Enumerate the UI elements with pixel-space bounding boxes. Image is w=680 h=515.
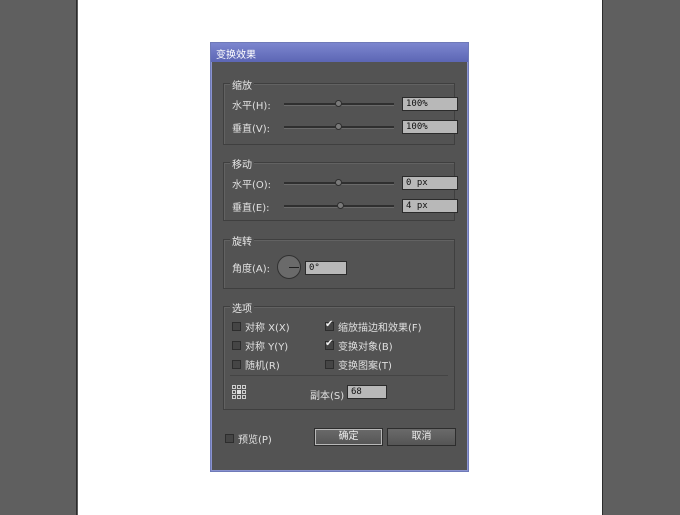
rotate-legend: 旋转 (230, 233, 254, 248)
move-legend: 移动 (230, 156, 254, 171)
random-label: 随机(R) (245, 361, 280, 372)
transform-objects-box[interactable] (325, 338, 334, 350)
cancel-button[interactable]: 取消 (387, 428, 456, 446)
scale-vertical-row: 垂直(V): 100% (232, 120, 458, 135)
scale-horizontal-label: 水平(H): (232, 100, 271, 112)
workspace-left (0, 0, 77, 515)
random-checkbox[interactable]: 随机(R) (232, 357, 280, 372)
preview-checkbox[interactable]: 预览(P) (225, 431, 272, 446)
options-divider (230, 375, 448, 376)
scale-horizontal-slider[interactable] (284, 100, 394, 107)
move-horizontal-slider[interactable] (284, 179, 394, 186)
copies-input[interactable]: 68 (347, 385, 387, 399)
move-horizontal-label: 水平(O): (232, 179, 272, 191)
reflect-y-box[interactable] (232, 341, 241, 350)
move-horizontal-row: 水平(O): 0 px (232, 176, 458, 191)
angle-dial-indicator (289, 267, 299, 268)
dialog-title[interactable]: 变换效果 (211, 43, 468, 62)
workspace-right (602, 0, 680, 515)
options-group: 选项 对称 X(X) 对称 Y(Y) 随机(R) 缩放描边和效果(F) 变换对象… (223, 300, 455, 410)
scale-legend: 缩放 (230, 77, 254, 92)
slider-thumb[interactable] (335, 100, 342, 107)
reflect-x-label: 对称 X(X) (245, 323, 290, 334)
move-vertical-row: 垂直(E): 4 px (232, 199, 458, 214)
rotate-angle-label: 角度(A): (232, 263, 271, 275)
reflect-x-checkbox[interactable]: 对称 X(X) (232, 319, 290, 334)
rotate-angle-input[interactable]: 0° (305, 261, 347, 275)
preview-box[interactable] (225, 434, 234, 443)
move-horizontal-input[interactable]: 0 px (402, 176, 458, 190)
scale-strokes-label: 缩放描边和效果(F) (338, 323, 422, 334)
reference-point-grid-icon[interactable] (232, 385, 246, 399)
scale-vertical-input[interactable]: 100% (402, 120, 458, 134)
scale-strokes-checkbox[interactable]: 缩放描边和效果(F) (325, 319, 422, 334)
move-vertical-label: 垂直(E): (232, 202, 270, 214)
slider-thumb[interactable] (335, 179, 342, 186)
scale-vertical-slider[interactable] (284, 123, 394, 130)
reflect-y-label: 对称 Y(Y) (245, 342, 289, 353)
random-box[interactable] (232, 360, 241, 369)
scale-group: 缩放 水平(H): 100% 垂直(V): 100% (223, 77, 458, 145)
move-vertical-input[interactable]: 4 px (402, 199, 458, 213)
scale-strokes-box[interactable] (325, 319, 334, 331)
transform-effect-dialog: 变换效果 缩放 水平(H): 100% 垂直(V): 100% 移动 水平(O)… (210, 42, 469, 472)
transform-objects-checkbox[interactable]: 变换对象(B) (325, 338, 393, 353)
move-group: 移动 水平(O): 0 px 垂直(E): 4 px (223, 156, 458, 221)
move-vertical-slider[interactable] (284, 202, 394, 209)
scale-vertical-label: 垂直(V): (232, 123, 271, 135)
transform-objects-label: 变换对象(B) (338, 342, 393, 353)
slider-thumb[interactable] (335, 123, 342, 130)
slider-thumb[interactable] (337, 202, 344, 209)
scale-horizontal-row: 水平(H): 100% (232, 97, 458, 112)
transform-patterns-checkbox[interactable]: 变换图案(T) (325, 357, 392, 372)
angle-dial[interactable] (277, 255, 301, 279)
rotate-group: 旋转 角度(A): 0° (223, 233, 455, 289)
transform-patterns-box[interactable] (325, 360, 334, 369)
scale-horizontal-input[interactable]: 100% (402, 97, 458, 111)
options-legend: 选项 (230, 300, 254, 315)
transform-patterns-label: 变换图案(T) (338, 361, 392, 372)
reflect-y-checkbox[interactable]: 对称 Y(Y) (232, 338, 288, 353)
reflect-x-box[interactable] (232, 322, 241, 331)
copies-label: 副本(S) (310, 391, 345, 402)
ok-button[interactable]: 确定 (314, 428, 383, 446)
preview-label: 预览(P) (238, 435, 272, 446)
